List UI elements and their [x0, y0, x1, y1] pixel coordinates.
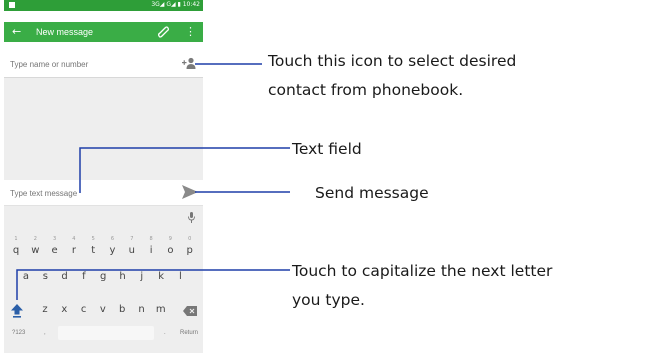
shift-annotation-line-1: Touch to capitalize the next letter	[292, 262, 553, 280]
text-field-callout-line	[79, 147, 290, 193]
shift-callout-line	[16, 269, 290, 300]
contact-annotation-line-2: contact from phonebook.	[268, 81, 464, 99]
contact-annotation-line-1: Touch this icon to select desired	[268, 52, 517, 70]
send-message-annotation: Send message	[315, 184, 429, 202]
shift-annotation-line-2: you type.	[292, 291, 365, 309]
text-field-annotation: Text field	[292, 140, 362, 158]
